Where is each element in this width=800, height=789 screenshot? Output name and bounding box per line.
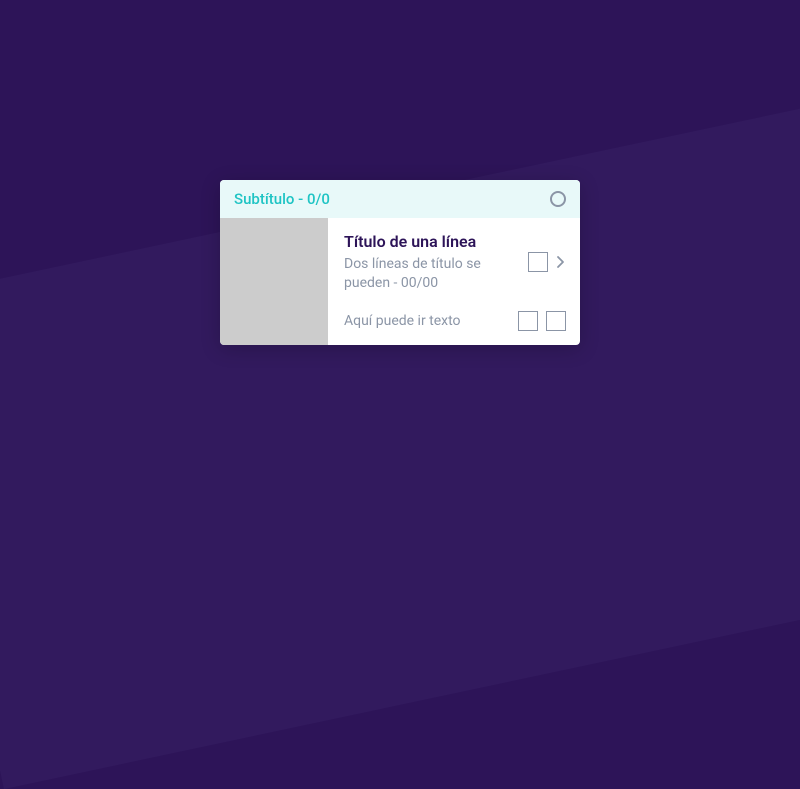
subtitle-text: Subtítulo - 0/0 xyxy=(234,190,330,208)
footer-row: Aquí puede ir texto xyxy=(344,311,566,331)
footer-text: Aquí puede ir texto xyxy=(344,313,461,329)
image-placeholder xyxy=(220,218,328,345)
content: Título de una línea Dos líneas de título… xyxy=(328,218,580,345)
card-body: Título de una línea Dos líneas de título… xyxy=(220,218,580,345)
circle-icon[interactable] xyxy=(550,191,566,207)
title: Título de una línea xyxy=(344,232,518,251)
footer-controls xyxy=(518,311,566,331)
main-controls xyxy=(528,252,566,272)
box-icon[interactable] xyxy=(518,311,538,331)
card: Subtítulo - 0/0 Título de una línea Dos … xyxy=(220,180,580,345)
box-icon[interactable] xyxy=(546,311,566,331)
chevron-right-icon[interactable] xyxy=(556,255,566,269)
main-row: Título de una línea Dos líneas de título… xyxy=(344,232,566,293)
description: Dos líneas de título se pueden - 00/00 xyxy=(344,255,518,293)
background-shape xyxy=(0,71,800,789)
card-header: Subtítulo - 0/0 xyxy=(220,180,580,218)
checkbox-icon[interactable] xyxy=(528,252,548,272)
text-block: Título de una línea Dos líneas de título… xyxy=(344,232,518,293)
